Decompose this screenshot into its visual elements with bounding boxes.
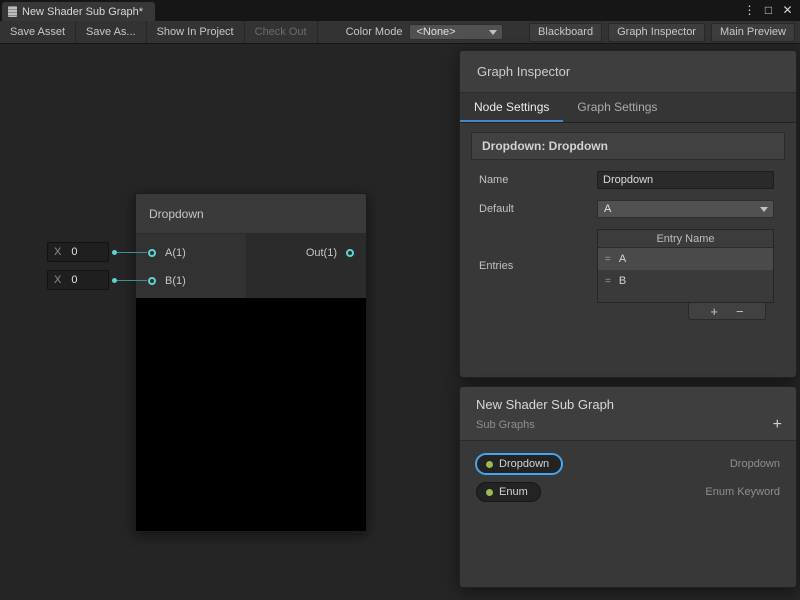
default-field-label: Default [471, 203, 597, 215]
drag-handle-icon[interactable]: = [605, 254, 610, 265]
input-port-b-icon[interactable] [148, 277, 156, 285]
port-b-value-widget: X 0 [47, 270, 147, 290]
blackboard-body: Dropdown Dropdown Enum Enum Keyword [460, 441, 796, 519]
blackboard-row-enum: Enum Enum Keyword [460, 480, 796, 504]
drag-handle-icon[interactable]: = [605, 276, 610, 287]
property-type: Dropdown [730, 458, 780, 470]
port-a-value-widget: X 0 [47, 242, 147, 262]
input-port-a-label: A(1) [165, 247, 186, 259]
property-type: Enum Keyword [705, 486, 780, 498]
output-port-icon[interactable] [346, 249, 354, 257]
property-pill-enum[interactable]: Enum [476, 482, 541, 502]
entry-row-b[interactable]: = B [598, 270, 773, 292]
color-mode-group: Color Mode <None> [346, 21, 504, 43]
property-pill-dropdown[interactable]: Dropdown [476, 454, 562, 474]
add-property-button[interactable]: + [773, 417, 782, 433]
name-input[interactable] [597, 171, 774, 189]
input-port-a-icon[interactable] [148, 249, 156, 257]
port-b-value-field[interactable]: X 0 [47, 270, 109, 290]
document-tab-label: New Shader Sub Graph* [22, 6, 143, 18]
toolbar-right: Blackboard Graph Inspector Main Preview [529, 21, 800, 43]
node-preview [136, 298, 366, 531]
color-mode-label: Color Mode [346, 26, 403, 38]
blackboard-subtitle: Sub Graphs [476, 419, 780, 431]
blackboard-title: New Shader Sub Graph [476, 397, 780, 412]
property-name: Dropdown [499, 458, 549, 470]
entries-list-footer: + − [688, 303, 766, 320]
default-dropdown-value: A [604, 203, 611, 215]
graph-inspector-toggle-button[interactable]: Graph Inspector [608, 23, 705, 42]
entry-row-a[interactable]: = A [598, 248, 773, 270]
port-b-value: 0 [71, 274, 77, 286]
exposed-indicator-icon [486, 461, 493, 468]
inspector-content: Dropdown: Dropdown Name Default A Entrie… [460, 123, 796, 329]
remove-entry-button[interactable]: − [736, 305, 744, 318]
entry-name: B [619, 275, 626, 287]
node-title[interactable]: Dropdown [136, 194, 366, 234]
window-menu-icon[interactable]: ⋮ [740, 0, 759, 21]
subgraph-file-icon [8, 6, 17, 17]
maximize-icon[interactable]: □ [759, 0, 778, 21]
dropdown-arrow-icon [760, 207, 768, 212]
input-port-b-label: B(1) [165, 275, 186, 287]
name-field-label: Name [471, 174, 597, 186]
dropdown-arrow-icon [489, 30, 497, 35]
color-mode-dropdown[interactable]: <None> [409, 24, 503, 40]
blackboard-panel: New Shader Sub Graph Sub Graphs + Dropdo… [459, 386, 797, 588]
add-entry-button[interactable]: + [710, 305, 718, 318]
default-dropdown[interactable]: A [597, 200, 774, 218]
show-in-project-button[interactable]: Show In Project [147, 21, 245, 43]
tab-graph-settings[interactable]: Graph Settings [563, 93, 671, 122]
property-name: Enum [499, 486, 528, 498]
entry-name: A [619, 253, 626, 265]
port-a-value-field[interactable]: X 0 [47, 242, 109, 262]
port-a-value: 0 [71, 246, 77, 258]
graph-inspector-title: Graph Inspector [460, 51, 796, 93]
axis-label: X [54, 274, 61, 286]
dropdown-node[interactable]: Dropdown A(1) B(1) Out(1) [135, 193, 367, 532]
save-asset-button[interactable]: Save Asset [0, 21, 76, 43]
tab-node-settings[interactable]: Node Settings [460, 93, 563, 122]
window-controls: ⋮ □ ✕ [740, 0, 800, 21]
entries-list-header: Entry Name [598, 230, 773, 248]
port-b-wire [117, 280, 147, 281]
exposed-indicator-icon [486, 489, 493, 496]
axis-label: X [54, 246, 61, 258]
toolbar: Save Asset Save As... Show In Project Ch… [0, 21, 800, 44]
save-as-button[interactable]: Save As... [76, 21, 147, 43]
port-a-wire [117, 252, 147, 253]
main-preview-toggle-button[interactable]: Main Preview [711, 23, 795, 42]
blackboard-row-dropdown: Dropdown Dropdown [460, 452, 796, 476]
document-tab[interactable]: New Shader Sub Graph* [2, 2, 155, 21]
output-port-label: Out(1) [306, 247, 337, 259]
node-settings-section-title: Dropdown: Dropdown [471, 132, 785, 160]
color-mode-value: <None> [416, 26, 455, 38]
close-icon[interactable]: ✕ [778, 0, 797, 21]
check-out-button[interactable]: Check Out [245, 21, 318, 43]
titlebar: New Shader Sub Graph* ⋮ □ ✕ [0, 0, 800, 21]
entries-list: Entry Name = A = B [597, 229, 774, 303]
node-port-area: A(1) B(1) Out(1) [136, 234, 366, 298]
inspector-tabs: Node Settings Graph Settings [460, 93, 796, 123]
graph-inspector-panel: Graph Inspector Node Settings Graph Sett… [459, 50, 797, 378]
blackboard-header: New Shader Sub Graph Sub Graphs + [460, 387, 796, 441]
blackboard-toggle-button[interactable]: Blackboard [529, 23, 602, 42]
entries-field-label: Entries [471, 260, 597, 272]
